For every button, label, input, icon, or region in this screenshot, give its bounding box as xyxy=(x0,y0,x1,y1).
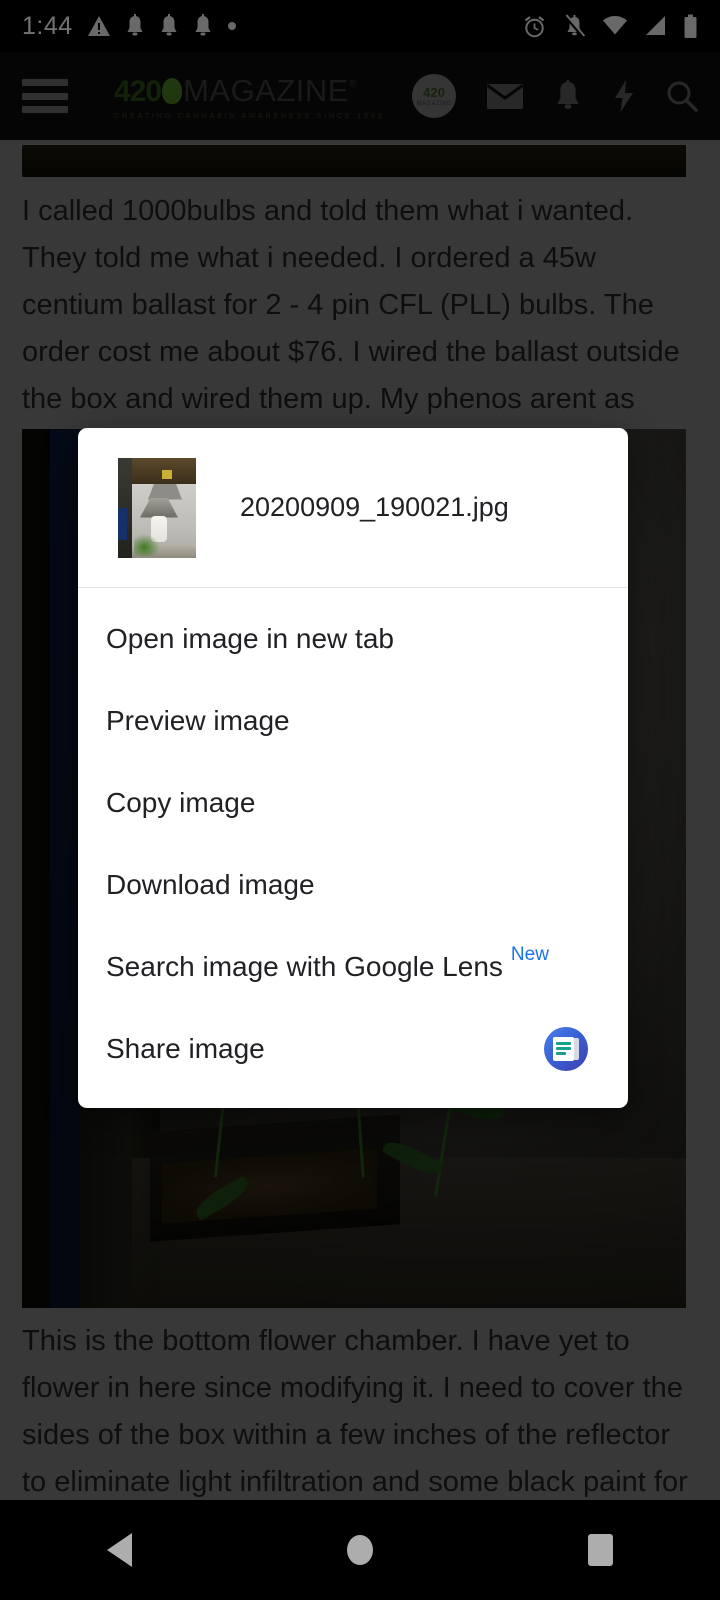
mail-icon[interactable] xyxy=(486,81,524,111)
image-filename: 20200909_190021.jpg xyxy=(240,492,509,522)
recents-button[interactable] xyxy=(587,1534,613,1566)
new-badge: New xyxy=(510,944,549,965)
bell-muted-icon xyxy=(564,13,586,38)
menu-item-search-image-with-google-lens[interactable]: Search image with Google Lens New xyxy=(78,926,628,1008)
phone-screen: 1:44 420 MAGAZINE ® CREATING CANNABIS AW… xyxy=(0,0,720,1600)
image-context-menu: 20200909_190021.jpg Open image in new ta… xyxy=(78,428,628,1108)
menu-item-preview-image[interactable]: Preview image xyxy=(78,680,628,762)
notification-bell-icon xyxy=(195,14,211,36)
site-logo-wordmark: 420 MAGAZINE ® xyxy=(114,73,384,109)
avatar-420-text: 420 xyxy=(423,84,445,100)
android-navigation-bar xyxy=(0,1500,720,1600)
avatar[interactable]: 420 MAGAZINE xyxy=(412,74,456,118)
menu-item-label: Copy image xyxy=(106,787,256,818)
hamburger-menu-icon[interactable] xyxy=(22,79,68,113)
avatar-magazine-text: MAGAZINE xyxy=(416,100,452,107)
battery-icon xyxy=(684,14,697,38)
context-menu-header: 20200909_190021.jpg xyxy=(78,428,628,588)
menu-item-download-image[interactable]: Download image xyxy=(78,844,628,926)
status-bar-right xyxy=(522,13,698,39)
menu-item-trailing xyxy=(544,1027,588,1071)
notification-bell-icon xyxy=(161,14,177,36)
menu-item-share-image[interactable]: Share image xyxy=(78,1008,628,1090)
back-button[interactable] xyxy=(107,1533,133,1567)
logo-420-text: 420 xyxy=(114,74,162,108)
menu-item-copy-image[interactable]: Copy image xyxy=(78,762,628,844)
menu-item-open-image-in-new-tab[interactable]: Open image in new tab xyxy=(78,598,628,680)
app-bar: 420 MAGAZINE ® CREATING CANNABIS AWARENE… xyxy=(0,52,720,140)
alarm-clock-icon xyxy=(524,15,545,37)
menu-item-label: Share image xyxy=(106,1033,265,1064)
dot-icon xyxy=(227,22,236,30)
bell-icon[interactable] xyxy=(554,79,582,113)
warning-triangle-icon xyxy=(87,16,110,36)
app-bar-actions: 420 MAGAZINE xyxy=(412,74,698,118)
messages-app-icon[interactable] xyxy=(544,1027,588,1071)
status-bar-clock: 1:44 xyxy=(22,11,73,40)
site-logo[interactable]: 420 MAGAZINE ® CREATING CANNABIS AWARENE… xyxy=(114,73,385,120)
status-bar-left: 1:44 xyxy=(22,12,237,41)
notification-bell-icon xyxy=(127,14,143,36)
search-icon[interactable] xyxy=(666,80,698,112)
context-menu-list: Open image in new tab Preview image Copy… xyxy=(78,588,628,1090)
menu-item-label: Search image with Google Lens xyxy=(106,951,503,982)
logo-magazine-text: MAGAZINE xyxy=(183,72,349,108)
cannabis-leaf-icon xyxy=(162,77,183,104)
post-image-top[interactable] xyxy=(22,145,686,177)
home-button[interactable] xyxy=(346,1535,373,1565)
wifi-icon xyxy=(603,16,627,35)
site-tagline: CREATING CANNABIS AWARENESS SINCE 1993 xyxy=(114,110,385,120)
status-bar: 1:44 xyxy=(0,0,720,52)
registered-mark: ® xyxy=(348,78,357,90)
post-paragraph-2: This is the bottom flower chamber. I hav… xyxy=(22,1325,688,1498)
image-thumbnail xyxy=(118,457,196,558)
menu-item-label: Open image in new tab xyxy=(106,623,394,654)
menu-item-label: Preview image xyxy=(106,705,290,736)
cell-signal-icon xyxy=(646,16,665,35)
lightning-bolt-icon[interactable] xyxy=(612,79,636,113)
menu-item-label: Download image xyxy=(106,869,315,900)
